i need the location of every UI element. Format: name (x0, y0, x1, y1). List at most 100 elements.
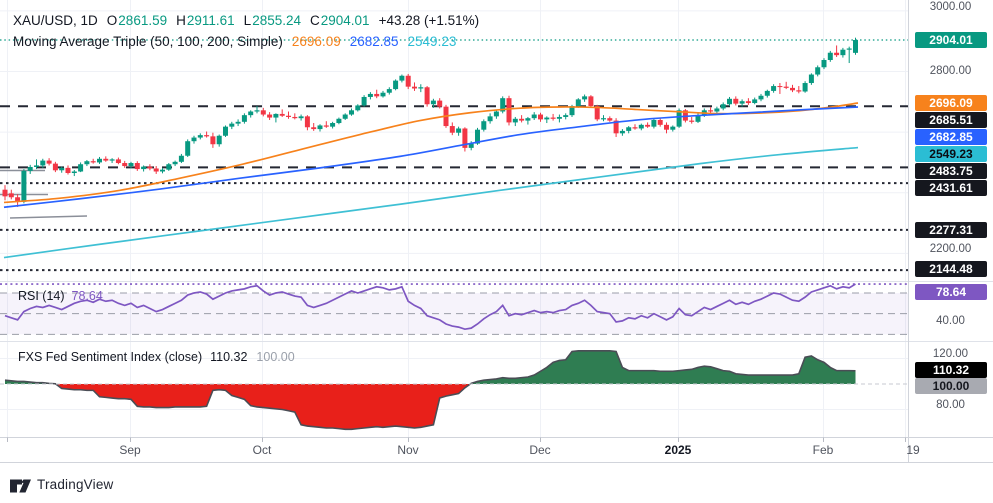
symbol-legend[interactable]: XAU/USD, 1DO2861.59H2911.61L2855.24C2904… (13, 13, 479, 28)
candle (784, 82, 789, 89)
candle (273, 113, 278, 122)
candle (406, 74, 411, 89)
candle (248, 110, 253, 117)
candle (267, 112, 272, 120)
chart-canvas[interactable] (0, 0, 993, 503)
candle (481, 119, 486, 131)
price-badge: 110.32 (915, 362, 987, 378)
ma-legend[interactable]: Moving Average Triple (50, 100, 200, Sim… (13, 34, 456, 49)
ma50-value: 2696.09 (292, 34, 341, 49)
candle (557, 115, 562, 123)
candle (198, 133, 203, 139)
candle (393, 79, 398, 90)
candle (242, 113, 247, 123)
candle (84, 160, 89, 166)
candle (456, 127, 461, 136)
candle (66, 165, 71, 174)
candle (834, 45, 839, 57)
moving-averages (4, 103, 858, 258)
low-label: L (244, 13, 252, 28)
candle (658, 118, 663, 126)
time-axis-label: Nov (378, 443, 438, 457)
price-badge: 2483.75 (915, 163, 987, 179)
fxs-legend-title: FXS Fed Sentiment Index (close) (18, 350, 202, 364)
price-badge: 2431.61 (915, 180, 987, 196)
price-axis-label: 2800.00 (908, 65, 993, 77)
candle (91, 159, 96, 164)
candle (513, 117, 518, 126)
candle (154, 166, 159, 174)
candle (620, 129, 625, 136)
candle (9, 190, 14, 200)
candle (607, 116, 612, 121)
time-axis-label: Feb (793, 443, 853, 457)
close-value: 2904.01 (321, 13, 370, 28)
candle (651, 118, 656, 128)
candle (97, 157, 102, 164)
candle (355, 104, 360, 111)
candle (746, 98, 751, 105)
price-axis-label: 120.00 (908, 348, 993, 360)
candle (765, 90, 770, 98)
candle (633, 124, 638, 129)
candle (103, 156, 108, 161)
time-axis-label: 19 (883, 443, 943, 457)
rsi-legend[interactable]: RSI (14)78.64 (18, 289, 103, 303)
tradingview-logo[interactable]: TradingView (10, 476, 114, 493)
price-badge: 2549.23 (915, 146, 987, 162)
fxs-legend[interactable]: FXS Fed Sentiment Index (close)110.32100… (18, 350, 295, 364)
candle (803, 81, 808, 93)
candle (551, 114, 556, 121)
candle (721, 102, 726, 110)
low-value: 2855.24 (252, 13, 301, 28)
candle (488, 113, 493, 123)
rsi-value: 78.64 (72, 289, 103, 303)
candle (777, 83, 782, 94)
candle (318, 124, 323, 131)
candle (563, 113, 568, 119)
candle (236, 119, 241, 126)
candle (217, 135, 222, 147)
candle (3, 185, 8, 200)
candle (179, 154, 184, 163)
candle (853, 38, 858, 55)
candle (645, 122, 650, 127)
candle (544, 116, 549, 123)
candle (223, 125, 228, 137)
price-axis-label: 40.00 (908, 315, 993, 327)
ma-line-sma50 (4, 103, 858, 202)
chart-window: XAU/USD, 1DO2861.59H2911.61L2855.24C2904… (0, 0, 993, 503)
ma100-value: 2682.85 (350, 34, 399, 49)
price-badge: 2277.31 (915, 222, 987, 238)
open-value: 2861.59 (118, 13, 167, 28)
candle (418, 84, 423, 92)
candle (381, 91, 386, 98)
price-axis-label: 3000.00 (908, 1, 993, 13)
candle (192, 136, 197, 144)
candle (670, 125, 675, 131)
candle (330, 122, 335, 129)
time-axis-label: Dec (510, 443, 570, 457)
tradingview-logo-text: TradingView (37, 477, 114, 492)
candle (822, 58, 827, 69)
candle (708, 107, 713, 113)
candle (110, 158, 115, 163)
candle (828, 51, 833, 62)
candle (72, 170, 77, 176)
candle (815, 65, 820, 76)
candle (324, 121, 329, 128)
candle (280, 109, 285, 117)
candle (47, 158, 52, 165)
ma200-value: 2549.23 (408, 34, 457, 49)
time-axis-label: Oct (232, 443, 292, 457)
candle (588, 95, 593, 107)
gridlines (0, 0, 908, 437)
candle (387, 87, 392, 94)
candle (173, 161, 178, 166)
candle (210, 133, 215, 148)
candle (336, 118, 341, 125)
candle (229, 122, 234, 129)
candle (425, 86, 430, 107)
candle (771, 84, 776, 92)
candle (185, 139, 190, 157)
